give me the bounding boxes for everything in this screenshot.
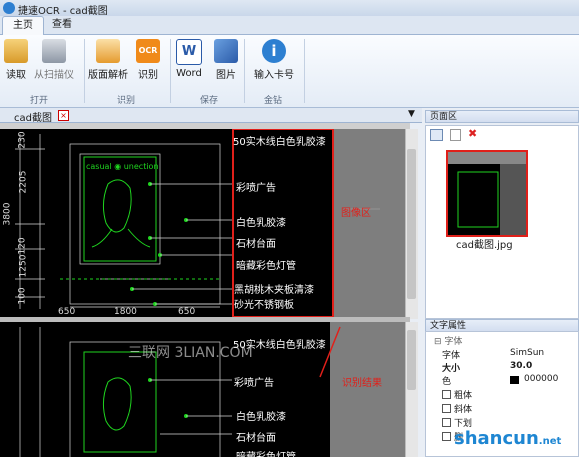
ribbon-tabs: 主页 查看 <box>0 16 579 35</box>
scrollbar-thumb[interactable] <box>407 330 416 390</box>
result-label: 彩喷广告 <box>234 378 274 389</box>
result-label: 暗藏彩色灯管 <box>236 448 296 457</box>
cad-label: 彩喷广告 <box>236 183 276 194</box>
prop-font[interactable]: 字体 SimSun <box>426 348 578 361</box>
props-section: ⊟ 字体 <box>434 337 463 347</box>
document-tab[interactable]: cad截图 <box>14 109 52 124</box>
ribbon-separator <box>170 39 171 103</box>
document-tab-bar: cad截图 × ▼ <box>0 108 422 124</box>
result-canvas[interactable]: 50实木线白色乳胶漆 彩喷广告 白色乳胶漆 石材台面 暗藏彩色灯管 识别结果 三… <box>0 322 405 457</box>
scanner-icon <box>42 39 66 63</box>
pages-panel-header: 页面区 <box>425 110 579 123</box>
read-button[interactable]: 读取 <box>4 39 28 81</box>
thumbnail-caption: cad截图.jpg <box>456 240 513 251</box>
app-icon <box>3 2 15 14</box>
prop-bold[interactable]: 粗体 <box>426 388 578 401</box>
page-thumbnail[interactable] <box>446 150 528 237</box>
image-canvas[interactable]: casual ◉ unection 50实木线白色乳胶漆 彩喷广告 白色乳胶漆 … <box>0 129 405 317</box>
strike-checkbox[interactable] <box>442 432 451 441</box>
page-view-icon[interactable] <box>430 129 443 141</box>
image-scrollbar[interactable] <box>405 129 418 319</box>
dim-label: 2205 <box>18 170 29 194</box>
delete-icon[interactable]: ✖ <box>468 127 477 140</box>
ocr-icon: OCR <box>136 39 160 63</box>
site-watermark: 三联网 3LIAN.COM <box>128 345 253 361</box>
group-save-label: 保存 <box>200 96 219 106</box>
group-open-label: 打开 <box>30 96 49 106</box>
cad-label: 暗藏彩色灯管 <box>236 261 296 272</box>
cad-label: 砂光不锈钢板 <box>234 300 294 311</box>
tab-view[interactable]: 查看 <box>42 16 82 34</box>
result-label: 白色乳胶漆 <box>236 412 286 423</box>
ribbon-separator <box>244 39 245 103</box>
italic-checkbox[interactable] <box>442 404 451 413</box>
tab-dropdown-icon[interactable]: ▼ <box>408 109 415 119</box>
close-icon[interactable]: × <box>58 110 69 121</box>
prop-color[interactable]: 色 000000 <box>426 374 578 387</box>
dim-label: 650 <box>178 307 196 317</box>
save-word-button[interactable]: W Word <box>176 39 202 79</box>
scanner-button[interactable]: 从扫描仪 <box>34 39 74 81</box>
dim-label: 1250 <box>18 254 29 278</box>
tab-home[interactable]: 主页 <box>2 16 44 35</box>
color-swatch <box>510 376 519 384</box>
scrollbar-thumb[interactable] <box>407 149 416 299</box>
recognize-button[interactable]: OCR 识别 <box>136 39 160 81</box>
cad-drawing <box>15 129 405 317</box>
prop-italic[interactable]: 斜体 <box>426 402 578 415</box>
brand-watermark: shancun.net <box>454 428 562 449</box>
dim-label: 1800 <box>114 307 137 317</box>
ribbon: 读取 从扫描仪 打开 版面解析 OCR 识别 识别 W Word 图片 保存 i… <box>0 35 579 108</box>
ribbon-separator <box>84 39 85 103</box>
dim-label: 100 <box>17 287 28 305</box>
cad-label: 石材台面 <box>236 239 276 250</box>
prop-size[interactable]: 大小 30.0 <box>426 361 578 374</box>
layout-analysis-button[interactable]: 版面解析 <box>88 39 128 81</box>
cad-label: 白色乳胶漆 <box>236 218 286 229</box>
result-scrollbar[interactable] <box>405 322 418 457</box>
ribbon-separator <box>304 39 305 103</box>
new-page-icon[interactable] <box>450 129 461 141</box>
dim-label: 650 <box>58 307 76 317</box>
folder-icon <box>4 39 28 63</box>
prop-underline[interactable]: 下划 <box>426 416 578 429</box>
group-recognize-label: 识别 <box>117 96 136 106</box>
annotation-image-area: 图像区 <box>341 208 371 219</box>
pages-panel: ✖ cad截图.jpg <box>425 125 579 319</box>
thumbnail-image <box>448 152 526 235</box>
dim-label: 230 <box>17 131 28 149</box>
bold-checkbox[interactable] <box>442 390 451 399</box>
enter-card-button[interactable]: i 输入卡号 <box>254 39 294 81</box>
window-title: 捷速OCR - cad截图 <box>18 6 108 17</box>
layout-icon <box>96 39 120 63</box>
frame-caption: casual ◉ unection <box>86 162 159 171</box>
cad-label: 黑胡桃木夹板清漆 <box>234 285 314 296</box>
annotation-result: 识别结果 <box>342 378 382 389</box>
cad-label: 50实木线白色乳胶漆 <box>233 137 326 148</box>
info-icon: i <box>262 39 286 63</box>
result-label: 石材台面 <box>236 433 276 444</box>
underline-checkbox[interactable] <box>442 418 451 427</box>
image-icon <box>214 39 238 63</box>
group-diamond-label: 金钻 <box>264 96 283 106</box>
dim-label: 120 <box>17 237 28 255</box>
dim-label: 3800 <box>2 202 13 226</box>
save-image-button[interactable]: 图片 <box>214 39 238 81</box>
title-bar: 捷速OCR - cad截图 <box>0 0 579 17</box>
word-icon: W <box>176 39 202 65</box>
